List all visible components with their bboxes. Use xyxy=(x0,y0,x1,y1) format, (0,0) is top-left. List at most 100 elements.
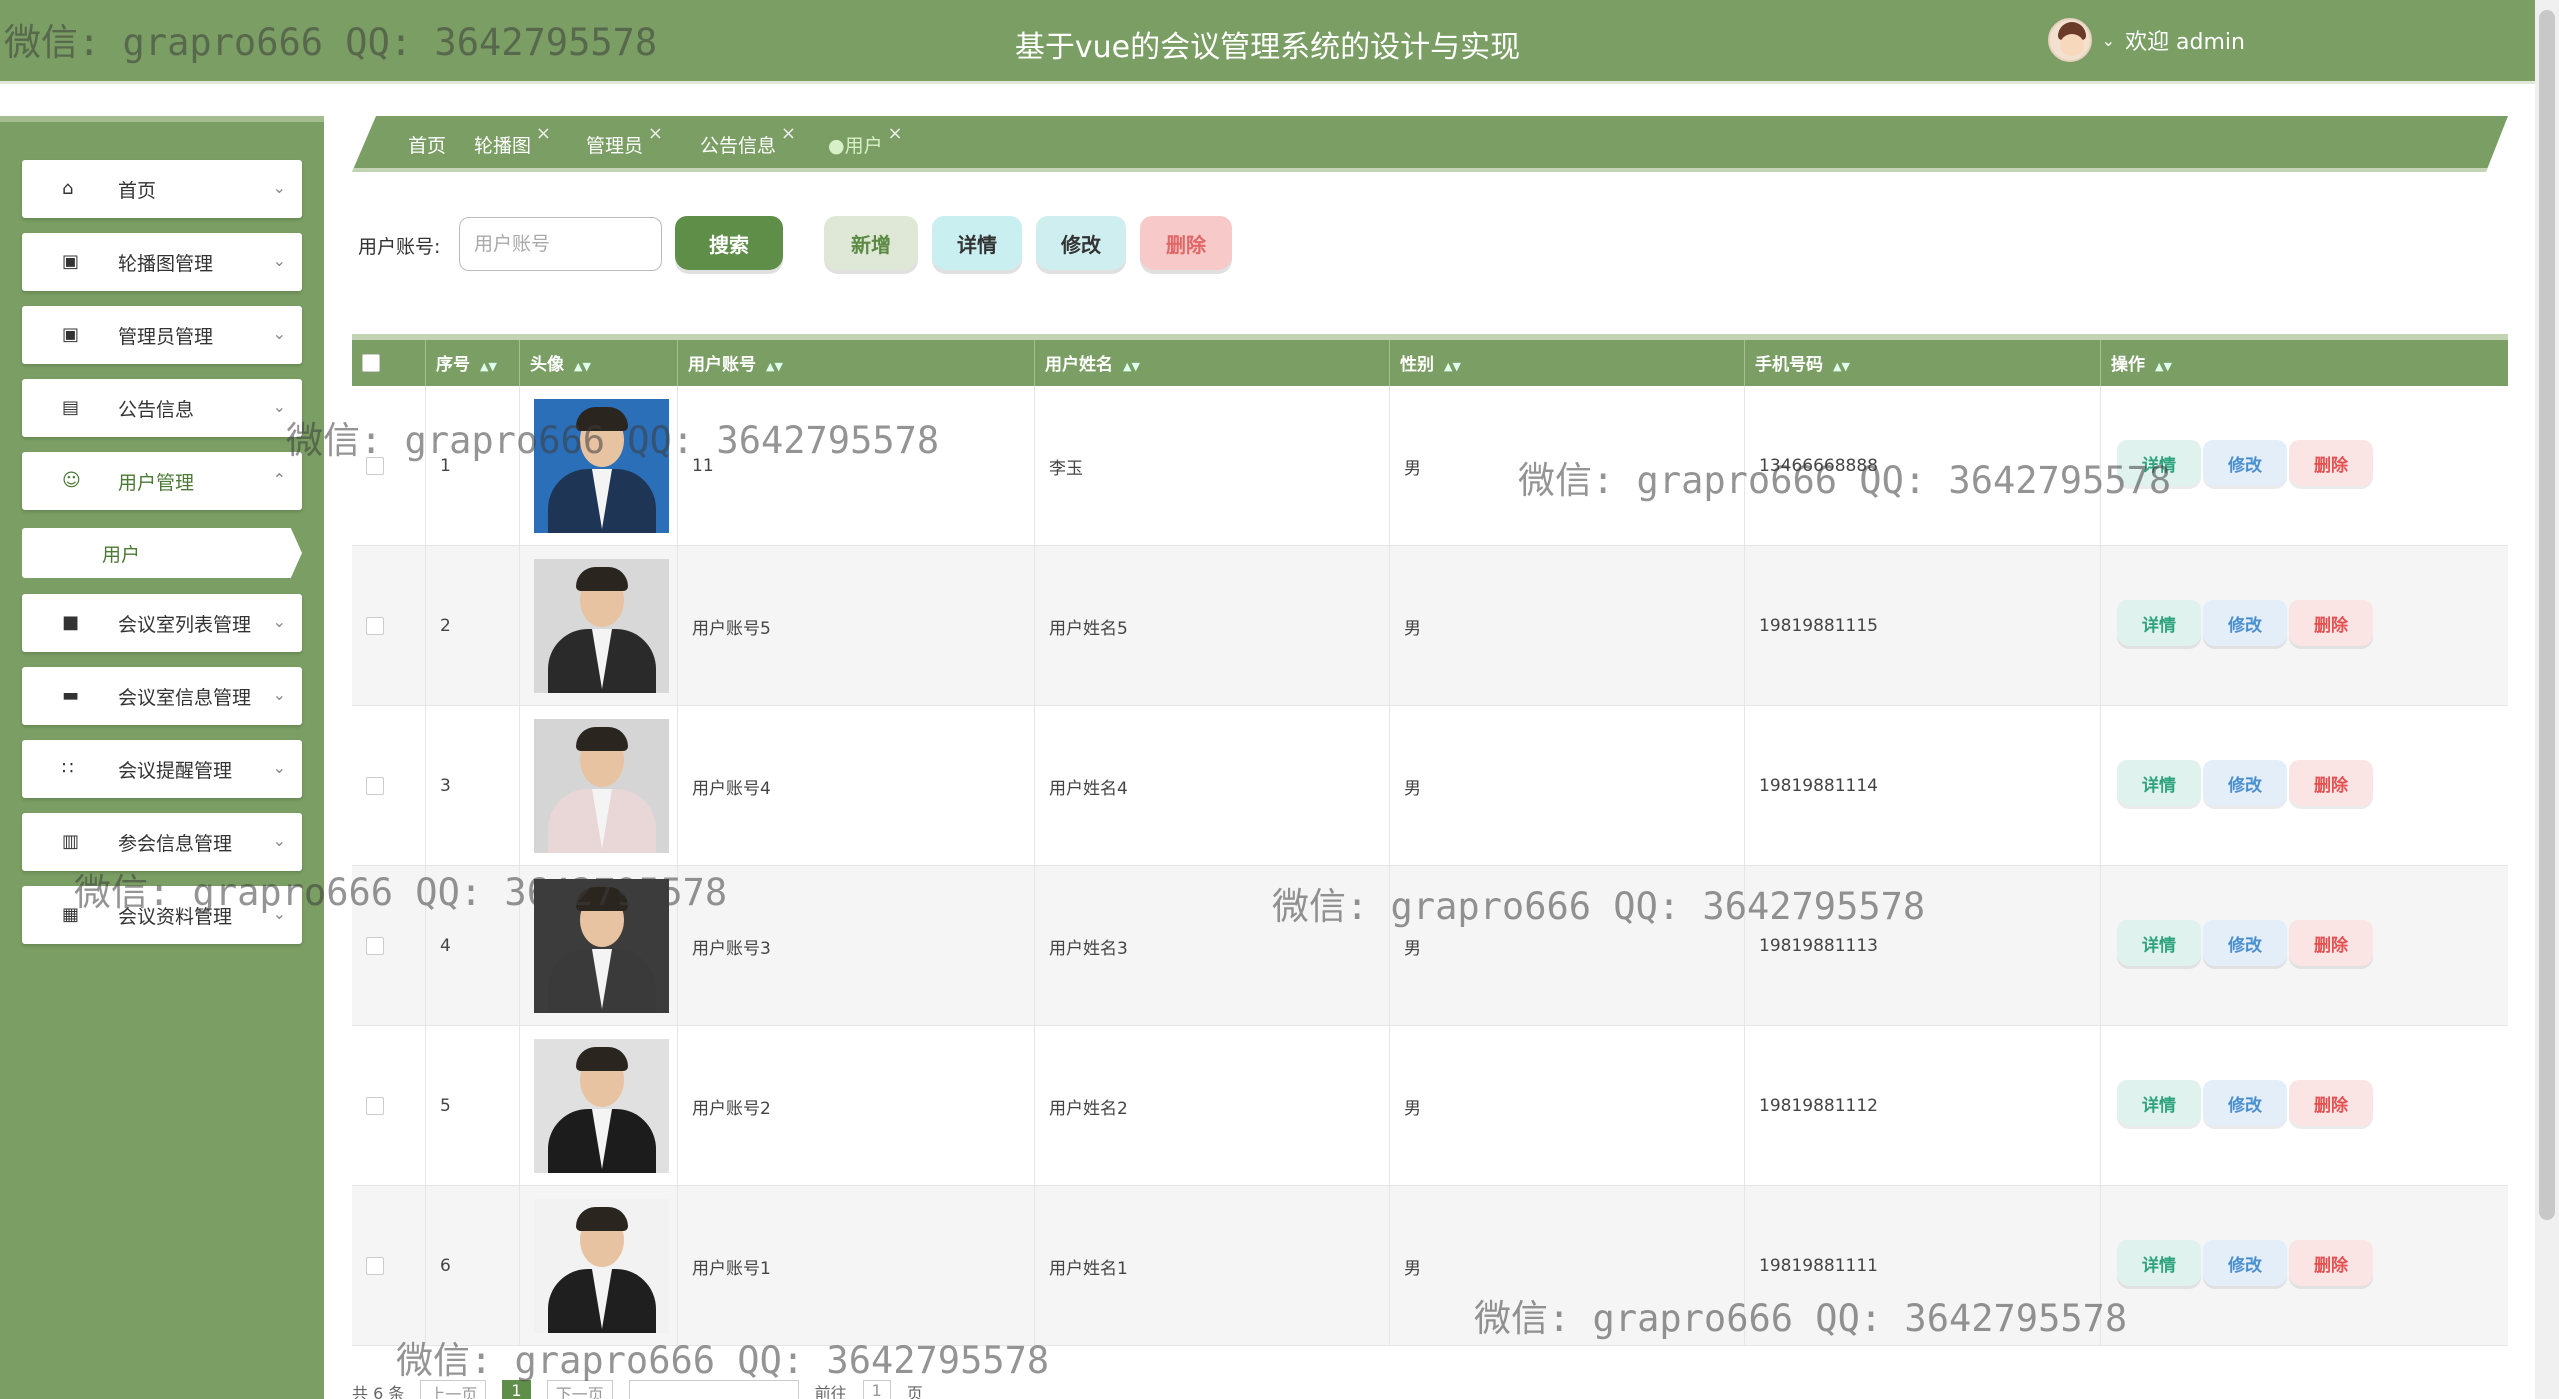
sort-icon[interactable]: ▲▼ xyxy=(766,360,783,373)
row-edit-button[interactable]: 修改 xyxy=(2203,920,2287,966)
user-photo[interactable] xyxy=(534,1199,669,1333)
index-cell: 4 xyxy=(426,866,520,1026)
row-detail-button[interactable]: 详情 xyxy=(2117,1080,2201,1126)
close-icon[interactable]: × xyxy=(781,123,796,144)
column-header-avatar[interactable]: 头像 ▲▼ xyxy=(520,340,678,386)
sort-icon[interactable]: ▲▼ xyxy=(574,360,591,373)
row-detail-button[interactable]: 详情 xyxy=(2117,760,2201,806)
delete-button[interactable]: 删除 xyxy=(1140,216,1232,270)
phone-cell: 19819881114 xyxy=(1745,706,2101,866)
sort-icon[interactable]: ▲▼ xyxy=(1833,360,1850,373)
sidebar-item-room-info[interactable]: ▬ 会议室信息管理 ⌄ xyxy=(22,667,302,725)
page-scrollbar[interactable] xyxy=(2535,0,2559,1399)
tab-notice[interactable]: 公告信息 × xyxy=(700,131,776,158)
sort-icon[interactable]: ▲▼ xyxy=(1123,360,1140,373)
name-cell: 用户姓名5 xyxy=(1035,546,1390,706)
select-all-checkbox[interactable] xyxy=(362,354,380,372)
sidebar-item-notice[interactable]: ▤ 公告信息 ⌄ xyxy=(22,379,302,437)
row-detail-button[interactable]: 详情 xyxy=(2117,600,2201,646)
row-edit-button[interactable]: 修改 xyxy=(2203,760,2287,806)
page-size-select[interactable] xyxy=(628,1380,799,1399)
row-checkbox[interactable] xyxy=(366,457,384,475)
row-checkbox[interactable] xyxy=(366,617,384,635)
sidebar-item-admin[interactable]: ▣ 管理员管理 ⌄ xyxy=(22,306,302,364)
column-header-gender[interactable]: 性别 ▲▼ xyxy=(1390,340,1745,386)
chevron-down-icon: ⌄ xyxy=(272,251,286,270)
goto-label: 前往 xyxy=(814,1384,847,1399)
page-number-current[interactable]: 1 xyxy=(502,1380,531,1399)
actions-cell: 详情 修改 删除 xyxy=(2101,1186,2508,1346)
row-detail-button[interactable]: 详情 xyxy=(2117,1240,2201,1286)
edit-button[interactable]: 修改 xyxy=(1036,216,1126,270)
table-row: 2 用户账号5 用户姓名5 男 19819881115 详情 修改 删除 xyxy=(352,546,2508,706)
tab-home[interactable]: 首页 xyxy=(408,131,446,158)
row-delete-button[interactable]: 删除 xyxy=(2289,600,2373,646)
sidebar-item-users[interactable]: ☺ 用户管理 ⌃ xyxy=(22,452,302,510)
column-header-phone[interactable]: 手机号码 ▲▼ xyxy=(1745,340,2101,386)
sidebar-item-home[interactable]: ⌂ 首页 ⌄ xyxy=(22,160,302,218)
sort-icon[interactable]: ▲▼ xyxy=(480,360,497,373)
search-input[interactable] xyxy=(459,217,662,271)
close-icon[interactable]: × xyxy=(888,123,903,144)
column-header-index[interactable]: 序号 ▲▼ xyxy=(426,340,520,386)
table-row: 3 用户账号4 用户姓名4 男 19819881114 详情 修改 删除 xyxy=(352,706,2508,866)
row-edit-button[interactable]: 修改 xyxy=(2203,600,2287,646)
tab-carousel[interactable]: 轮播图 × xyxy=(474,131,531,158)
sidebar-item-carousel[interactable]: ▣ 轮播图管理 ⌄ xyxy=(22,233,302,291)
next-page-button[interactable]: 下一页 xyxy=(546,1380,613,1399)
sidebar-item-room-list[interactable]: ■ 会议室列表管理 ⌄ xyxy=(22,594,302,652)
sort-icon[interactable]: ▲▼ xyxy=(1444,360,1461,373)
close-icon[interactable]: × xyxy=(536,123,551,144)
tab-user[interactable]: ●用户 × xyxy=(828,131,883,158)
sidebar-item-label: 会议提醒管理 xyxy=(118,759,233,782)
select-cell xyxy=(352,386,426,546)
row-edit-button[interactable]: 修改 xyxy=(2203,440,2287,486)
prev-page-button[interactable]: 上一页 xyxy=(420,1380,487,1399)
row-detail-button[interactable]: 详情 xyxy=(2117,920,2201,966)
row-delete-button[interactable]: 删除 xyxy=(2289,1080,2373,1126)
user-table: 序号 ▲▼ 头像 ▲▼ 用户账号 ▲▼ 用户姓名 ▲▼ 性别 ▲▼ 手机号码 ▲▼ 操作 ▲▼… xyxy=(352,334,2508,1346)
tab-admin[interactable]: 管理员 × xyxy=(586,131,643,158)
avatar[interactable] xyxy=(2047,18,2092,62)
add-button[interactable]: 新增 xyxy=(824,216,918,270)
row-delete-button[interactable]: 删除 xyxy=(2289,920,2373,966)
row-checkbox[interactable] xyxy=(366,777,384,795)
sidebar-item-reminder[interactable]: ∷ 会议提醒管理 ⌄ xyxy=(22,740,302,798)
row-delete-button[interactable]: 删除 xyxy=(2289,760,2373,806)
column-header-account[interactable]: 用户账号 ▲▼ xyxy=(678,340,1035,386)
row-delete-button[interactable]: 删除 xyxy=(2289,440,2373,486)
search-button[interactable]: 搜索 xyxy=(675,216,783,270)
user-menu[interactable]: ⌄ 欢迎 admin xyxy=(2047,18,2245,62)
row-edit-button[interactable]: 修改 xyxy=(2203,1080,2287,1126)
account-cell: 用户账号5 xyxy=(678,546,1035,706)
column-header-actions[interactable]: 操作 ▲▼ xyxy=(2101,340,2508,386)
ticket-icon: ▬ xyxy=(62,685,80,706)
scrollbar-thumb[interactable] xyxy=(2539,10,2555,1220)
user-photo[interactable] xyxy=(534,399,669,533)
chevron-up-icon: ⌃ xyxy=(272,470,286,489)
chevron-down-icon: ⌄ xyxy=(272,178,286,197)
goto-page-input[interactable]: 1 xyxy=(862,1380,891,1399)
row-edit-button[interactable]: 修改 xyxy=(2203,1240,2287,1286)
index-cell: 5 xyxy=(426,1026,520,1186)
sidebar-item-materials[interactable]: ▦ 会议资料管理 ⌄ xyxy=(22,886,302,944)
row-checkbox[interactable] xyxy=(366,937,384,955)
row-delete-button[interactable]: 删除 xyxy=(2289,1240,2373,1286)
sort-icon[interactable]: ▲▼ xyxy=(2155,360,2172,373)
user-photo[interactable] xyxy=(534,559,669,693)
close-icon[interactable]: × xyxy=(648,123,663,144)
index-cell: 2 xyxy=(426,546,520,706)
detail-button[interactable]: 详情 xyxy=(932,216,1022,270)
sidebar-subitem-user[interactable]: 用户 xyxy=(22,528,302,578)
actions-cell: 详情 修改 删除 xyxy=(2101,386,2508,546)
row-checkbox[interactable] xyxy=(366,1097,384,1115)
chevron-down-icon[interactable]: ⌄ xyxy=(2102,31,2115,50)
user-photo[interactable] xyxy=(534,719,669,853)
user-photo[interactable] xyxy=(534,1039,669,1173)
user-photo[interactable] xyxy=(534,879,669,1013)
row-detail-button[interactable]: 详情 xyxy=(2117,440,2201,486)
sidebar-item-attendance[interactable]: ▥ 参会信息管理 ⌄ xyxy=(22,813,302,871)
row-checkbox[interactable] xyxy=(366,1257,384,1275)
phone-cell: 19819881112 xyxy=(1745,1026,2101,1186)
column-header-name[interactable]: 用户姓名 ▲▼ xyxy=(1035,340,1390,386)
